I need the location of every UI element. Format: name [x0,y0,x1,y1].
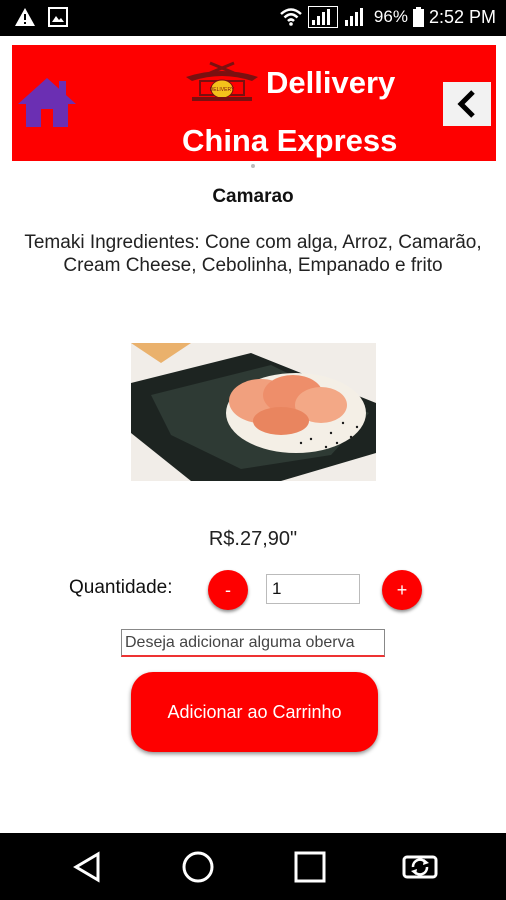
home-circle-icon [182,851,214,883]
chevron-left-icon [457,90,475,118]
decrease-quantity-button[interactable]: - [208,570,248,610]
nav-recents-button[interactable] [292,849,328,885]
quantity-input[interactable] [266,574,360,604]
back-button[interactable] [443,82,491,126]
back-triangle-icon [73,851,100,883]
signal-3g-icon [344,8,363,26]
nav-back-button[interactable] [70,849,106,885]
image-icon [48,7,68,27]
temaki-image [131,343,376,481]
logo-text: DELIVERY [210,87,235,93]
battery-icon [412,7,424,27]
rotate-screen-icon [402,855,438,879]
header-title-line1: Dellivery [266,65,396,100]
increase-quantity-button[interactable]: + [382,570,422,610]
home-icon [18,78,76,127]
status-time: 2:52 PM [428,6,496,27]
recents-square-icon [294,851,326,883]
warning-icon [15,8,35,26]
observation-input[interactable] [121,629,385,657]
quantity-label: Quantidade: [69,577,173,598]
logo: DELIVERY [182,59,262,105]
add-to-cart-button[interactable]: Adicionar ao Carrinho [131,672,378,752]
product-name: Camarao [212,186,294,207]
home-button[interactable] [16,75,78,129]
header-divider-dot [251,164,255,168]
product-image [131,343,376,481]
product-description: Temaki Ingredientes: Cone com alga, Arro… [24,232,482,276]
wifi-icon [280,8,302,26]
signal-4g-icon [307,6,338,28]
product-price: R$.27,90" [208,528,298,550]
nav-home-button[interactable] [180,849,216,885]
pagoda-logo-icon: DELIVERY [186,61,258,101]
status-bar: 96% 2:52 PM [0,0,506,36]
header-title-line2: China Express [182,123,398,158]
app-header: DELIVERY Dellivery China Express [12,45,496,161]
system-nav-bar [0,833,506,900]
nav-rotate-button[interactable] [402,849,438,885]
battery-percent: 96% [373,7,408,26]
